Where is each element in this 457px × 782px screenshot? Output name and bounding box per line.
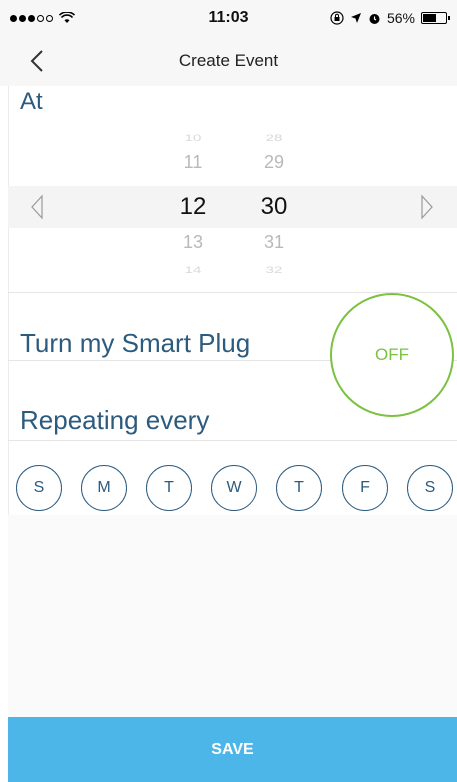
- minute-option[interactable]: 28: [244, 133, 304, 143]
- back-button[interactable]: [22, 46, 52, 76]
- day-button-tuesday[interactable]: T: [146, 465, 192, 511]
- hour-option[interactable]: 10: [163, 133, 223, 143]
- day-button-sunday[interactable]: S: [16, 465, 62, 511]
- chevron-left-icon: [30, 50, 43, 72]
- minute-option[interactable]: 29: [244, 152, 304, 173]
- battery-icon: [421, 12, 450, 24]
- status-bar: 11:03 56%: [0, 0, 457, 36]
- nav-bar: Create Event: [0, 36, 457, 86]
- alarm-icon: [369, 13, 380, 24]
- weekday-selector: S M T W T F S: [16, 465, 456, 515]
- empty-content-area: [8, 515, 457, 717]
- save-button[interactable]: SAVE: [8, 717, 457, 782]
- time-picker[interactable]: 10 11 12 13 14 28 29 30 31 32: [8, 122, 457, 294]
- day-button-wednesday[interactable]: W: [211, 465, 257, 511]
- triangle-left-icon: [31, 194, 43, 220]
- hour-selected[interactable]: 12: [160, 193, 226, 221]
- minute-option[interactable]: 32: [244, 265, 304, 275]
- repeating-title: Repeating every: [20, 405, 210, 435]
- hour-option[interactable]: 11: [163, 152, 223, 173]
- battery-percent: 56%: [386, 10, 415, 26]
- location-arrow-icon: [350, 13, 361, 23]
- at-title: At: [20, 88, 43, 115]
- toggle-label: OFF: [375, 345, 409, 364]
- day-button-saturday[interactable]: S: [407, 465, 453, 511]
- hour-option[interactable]: 14: [163, 265, 223, 275]
- hour-option[interactable]: 13: [163, 232, 223, 253]
- signal-dots-icon: [10, 14, 53, 22]
- minute-option[interactable]: 31: [244, 232, 304, 253]
- next-arrow-button[interactable]: [420, 194, 440, 220]
- page-title: Create Event: [178, 51, 279, 70]
- triangle-right-icon: [421, 194, 433, 220]
- minute-selected[interactable]: 30: [241, 193, 307, 221]
- screen-lock-icon: [330, 11, 344, 25]
- smart-plug-title: Turn my Smart Plug: [20, 328, 251, 358]
- picker-selection-band: [8, 186, 457, 228]
- plug-toggle-button[interactable]: OFF: [330, 293, 454, 417]
- status-right: 56%: [330, 10, 450, 26]
- status-left: [10, 12, 75, 24]
- day-button-friday[interactable]: F: [342, 465, 388, 511]
- wifi-icon: [59, 12, 75, 23]
- previous-arrow-button[interactable]: [30, 194, 50, 220]
- day-button-monday[interactable]: M: [81, 465, 127, 511]
- divider: [8, 440, 457, 441]
- day-button-thursday[interactable]: T: [276, 465, 322, 511]
